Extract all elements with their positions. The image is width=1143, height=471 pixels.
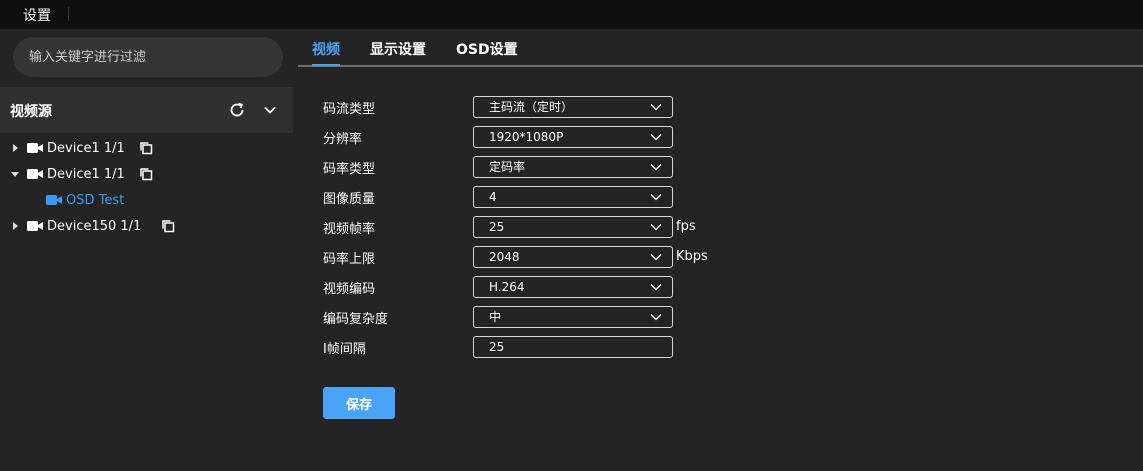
chevron-down-icon (650, 314, 662, 321)
tab-display-settings[interactable]: 显示设置 (370, 39, 426, 59)
copy-icon[interactable] (161, 219, 175, 233)
camera-icon (46, 195, 62, 205)
active-tab-indicator (312, 64, 340, 66)
tree-item-label: OSD Test (66, 192, 125, 208)
i-frame-interval-input[interactable]: 25 (473, 336, 673, 358)
label-bitrate-type: 码率类型 (323, 162, 376, 177)
camera-icon (27, 169, 43, 179)
window-title: 设置 (23, 8, 51, 24)
tree-item-label: Device1 1/1 (47, 140, 125, 156)
select-value: 1920*1080P (489, 130, 564, 144)
title-divider (68, 7, 69, 21)
select-value: 2048 (489, 250, 520, 264)
caret-right-icon[interactable] (11, 144, 19, 152)
chevron-down-icon (650, 194, 662, 201)
select-value: 4 (489, 190, 497, 204)
select-value: 定码率 (489, 160, 526, 174)
bitrate-limit-select[interactable]: 2048 (473, 246, 673, 268)
chevron-down-icon (650, 164, 662, 171)
bitrate-type-select[interactable]: 定码率 (473, 156, 673, 178)
label-stream-type: 码流类型 (323, 102, 376, 117)
camera-icon (27, 143, 43, 153)
chevron-down-icon (650, 104, 662, 111)
chevron-down-icon[interactable] (262, 102, 278, 118)
save-button[interactable]: 保存 (323, 387, 395, 419)
label-image-quality: 图像质量 (323, 192, 376, 207)
label-bitrate-limit: 码率上限 (323, 252, 376, 267)
label-resolution: 分辨率 (323, 132, 363, 147)
tab-osd-settings[interactable]: OSD设置 (456, 39, 518, 59)
label-frame-rate: 视频帧率 (323, 222, 376, 237)
video-source-header: 视频源 (0, 87, 293, 133)
video-codec-select[interactable]: H.264 (473, 276, 673, 298)
label-i-frame-interval: I帧间隔 (323, 342, 366, 357)
refresh-icon[interactable] (228, 101, 246, 119)
camera-icon (27, 221, 43, 231)
caret-down-icon[interactable] (11, 170, 19, 178)
copy-icon[interactable] (139, 141, 153, 155)
tree-item-device1-a[interactable]: Device1 1/1 (11, 138, 153, 158)
chevron-down-icon (650, 224, 662, 231)
copy-icon[interactable] (139, 167, 153, 181)
stream-type-select[interactable]: 主码流（定时） (473, 96, 673, 118)
tab-video[interactable]: 视频 (312, 39, 340, 59)
chevron-down-icon (650, 254, 662, 261)
title-bar: 设置 (0, 0, 1143, 29)
chevron-down-icon (650, 134, 662, 141)
tree-item-label: Device150 1/1 (47, 218, 142, 234)
select-value: H.264 (489, 280, 525, 294)
caret-right-icon[interactable] (11, 222, 19, 230)
encoding-complexity-select[interactable]: 中 (473, 306, 673, 328)
tree-item-osd-test[interactable]: OSD Test (46, 190, 124, 210)
image-quality-select[interactable]: 4 (473, 186, 673, 208)
frame-rate-select[interactable]: 25 (473, 216, 673, 238)
tree-item-device1-b[interactable]: Device1 1/1 (11, 164, 153, 184)
resolution-select[interactable]: 1920*1080P (473, 126, 673, 148)
settings-tabs: 视频 显示设置 OSD设置 (298, 29, 1143, 67)
chevron-down-icon (650, 284, 662, 291)
select-value: 25 (489, 220, 505, 234)
select-value: 中 (489, 310, 502, 324)
filter-search-input[interactable] (13, 37, 283, 77)
bitrate-limit-unit: Kbps (676, 249, 708, 264)
select-value: 主码流（定时） (489, 100, 574, 114)
tree-item-device150[interactable]: Device150 1/1 (11, 216, 175, 236)
tree-item-label: Device1 1/1 (47, 166, 125, 182)
frame-rate-unit: fps (676, 219, 696, 234)
label-video-codec: 视频编码 (323, 282, 376, 297)
label-encoding-complexity: 编码复杂度 (323, 312, 389, 327)
video-source-title: 视频源 (10, 104, 52, 120)
